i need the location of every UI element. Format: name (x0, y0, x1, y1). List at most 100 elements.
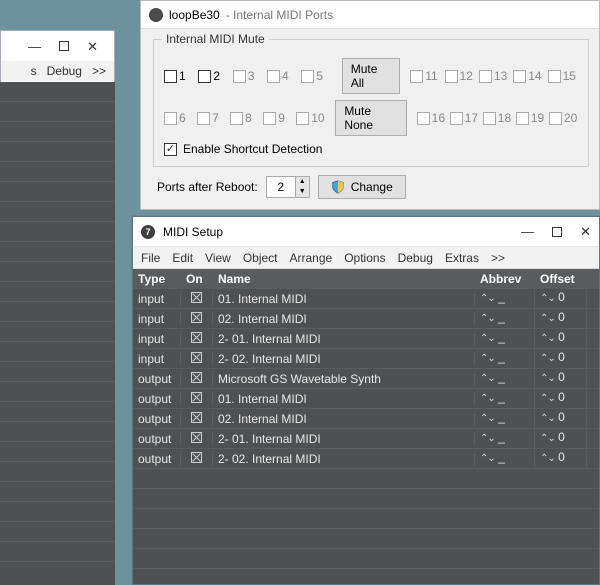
cell-offset[interactable]: ⌃⌄ 0 (535, 449, 587, 469)
enable-shortcut-checkbox[interactable] (164, 143, 177, 156)
loopbe-app-icon (149, 8, 163, 22)
cell-on[interactable] (181, 432, 213, 446)
updown-icon: ⌃⌄ (540, 313, 555, 324)
bg-menu-debug[interactable]: Debug (47, 64, 82, 78)
ports-spinner-down-icon[interactable]: ▼ (296, 187, 309, 197)
table-row[interactable]: output 01. Internal MIDI⌃⌄ _⌃⌄ 0 (133, 389, 599, 409)
table-row[interactable]: output2- 01. Internal MIDI⌃⌄ _⌃⌄ 0 (133, 429, 599, 449)
cell-offset[interactable]: ⌃⌄ 0 (535, 429, 587, 449)
loopbe-titlebar[interactable]: loopBe30 - Internal MIDI Ports (141, 1, 599, 29)
cell-on[interactable] (181, 412, 213, 426)
updown-icon: ⌃⌄ (480, 353, 495, 364)
checked-box-icon (191, 432, 202, 443)
cell-offset[interactable]: ⌃⌄ 0 (535, 369, 587, 389)
cell-name: 01. Internal MIDI (213, 392, 475, 406)
menu-view[interactable]: View (205, 251, 231, 265)
minimize-icon[interactable]: — (521, 224, 534, 239)
table-row[interactable]: output02. Internal MIDI⌃⌄ _⌃⌄ 0 (133, 409, 599, 429)
cell-abbrev[interactable]: ⌃⌄ _ (475, 309, 535, 329)
change-button-label: Change (351, 180, 393, 194)
ports-spinner[interactable]: ▲ ▼ (266, 176, 310, 198)
updown-icon: ⌃⌄ (540, 293, 555, 304)
table-row[interactable]: input02. Internal MIDI⌃⌄ _⌃⌄ 0 (133, 309, 599, 329)
table-row[interactable]: output2- 02. Internal MIDI⌃⌄ _⌃⌄ 0 (133, 449, 599, 469)
updown-icon: ⌃⌄ (540, 453, 555, 464)
cell-type: output (133, 412, 181, 426)
col-on[interactable]: On (181, 272, 213, 286)
mute-none-button[interactable]: Mute None (335, 100, 406, 136)
cell-on[interactable] (181, 332, 213, 346)
menu-more[interactable]: >> (491, 251, 505, 265)
cell-abbrev[interactable]: ⌃⌄ _ (475, 369, 535, 389)
ports-value-input[interactable] (266, 176, 296, 198)
cell-on[interactable] (181, 452, 213, 466)
checked-box-icon (191, 292, 202, 303)
col-offset[interactable]: Offset (535, 272, 587, 286)
mute-checkbox-14 (513, 70, 526, 83)
midi-grid: Type On Name Abbrev Offset input 01. Inte… (133, 269, 599, 584)
menu-arrange[interactable]: Arrange (290, 251, 333, 265)
cell-abbrev[interactable]: ⌃⌄ _ (475, 389, 535, 409)
enable-shortcut-label: Enable Shortcut Detection (183, 142, 322, 156)
cell-offset[interactable]: ⌃⌄ 0 (535, 329, 587, 349)
bg-menu-s[interactable]: s (31, 64, 37, 78)
menu-options[interactable]: Options (344, 251, 385, 265)
mute-checkbox-10 (296, 112, 309, 125)
checked-box-icon (191, 312, 202, 323)
menu-object[interactable]: Object (243, 251, 278, 265)
maximize-icon[interactable] (59, 41, 69, 51)
cell-type: input (133, 332, 181, 346)
cell-abbrev[interactable]: ⌃⌄ _ (475, 429, 535, 449)
ports-spinner-up-icon[interactable]: ▲ (296, 177, 309, 187)
mute-groupbox: Internal MIDI Mute 1 2 3 4 5 Mute All 11… (153, 39, 589, 167)
minimize-icon[interactable]: — (28, 40, 41, 53)
cell-on[interactable] (181, 312, 213, 326)
cell-abbrev[interactable]: ⌃⌄ _ (475, 449, 535, 469)
col-name[interactable]: Name (213, 272, 475, 286)
col-abbrev[interactable]: Abbrev (475, 272, 535, 286)
cell-type: output (133, 392, 181, 406)
cell-offset[interactable]: ⌃⌄ 0 (535, 289, 587, 309)
updown-icon: ⌃⌄ (480, 413, 495, 424)
mute-checkbox-4 (267, 70, 280, 83)
bg-menu-more[interactable]: >> (92, 64, 106, 78)
menu-extras[interactable]: Extras (445, 251, 479, 265)
mute-checkbox-17 (450, 112, 463, 125)
cell-offset[interactable]: ⌃⌄ 0 (535, 389, 587, 409)
table-row[interactable]: input01. Internal MIDI⌃⌄ _⌃⌄ 0 (133, 289, 599, 309)
close-icon[interactable]: ✕ (580, 224, 591, 240)
updown-icon: ⌃⌄ (480, 453, 495, 464)
cell-offset[interactable]: ⌃⌄ 0 (535, 409, 587, 429)
mute-checkbox-18 (483, 112, 496, 125)
cell-on[interactable] (181, 292, 213, 306)
close-icon[interactable]: ✕ (87, 40, 98, 53)
menu-edit[interactable]: Edit (172, 251, 193, 265)
cell-abbrev[interactable]: ⌃⌄ _ (475, 409, 535, 429)
cell-on[interactable] (181, 392, 213, 406)
col-type[interactable]: Type (133, 272, 181, 286)
midi-titlebar[interactable]: 7 MIDI Setup — ✕ (133, 217, 599, 247)
cell-offset[interactable]: ⌃⌄ 0 (535, 309, 587, 329)
menu-file[interactable]: File (141, 251, 160, 265)
mute-checkbox-2[interactable] (198, 70, 211, 83)
updown-icon: ⌃⌄ (540, 433, 555, 444)
table-row[interactable]: input2- 01. Internal MIDI⌃⌄ _⌃⌄ 0 (133, 329, 599, 349)
change-button[interactable]: Change (318, 175, 406, 199)
loopbe-title-app: loopBe30 (169, 8, 220, 22)
cell-on[interactable] (181, 352, 213, 366)
menu-debug[interactable]: Debug (398, 251, 433, 265)
cell-name: 2- 02. Internal MIDI (213, 452, 475, 466)
updown-icon: ⌃⌄ (540, 373, 555, 384)
mute-all-button[interactable]: Mute All (342, 58, 400, 94)
maximize-icon[interactable] (552, 227, 562, 237)
cell-abbrev[interactable]: ⌃⌄ _ (475, 289, 535, 309)
cell-on[interactable] (181, 372, 213, 386)
cell-name: 2- 01. Internal MIDI (213, 432, 475, 446)
updown-icon: ⌃⌄ (540, 333, 555, 344)
cell-offset[interactable]: ⌃⌄ 0 (535, 349, 587, 369)
cell-abbrev[interactable]: ⌃⌄ _ (475, 349, 535, 369)
table-row[interactable]: input2- 02. Internal MIDI⌃⌄ _⌃⌄ 0 (133, 349, 599, 369)
mute-checkbox-1[interactable] (164, 70, 177, 83)
cell-abbrev[interactable]: ⌃⌄ _ (475, 329, 535, 349)
table-row[interactable]: outputMicrosoft GS Wavetable Synth⌃⌄ _⌃⌄… (133, 369, 599, 389)
